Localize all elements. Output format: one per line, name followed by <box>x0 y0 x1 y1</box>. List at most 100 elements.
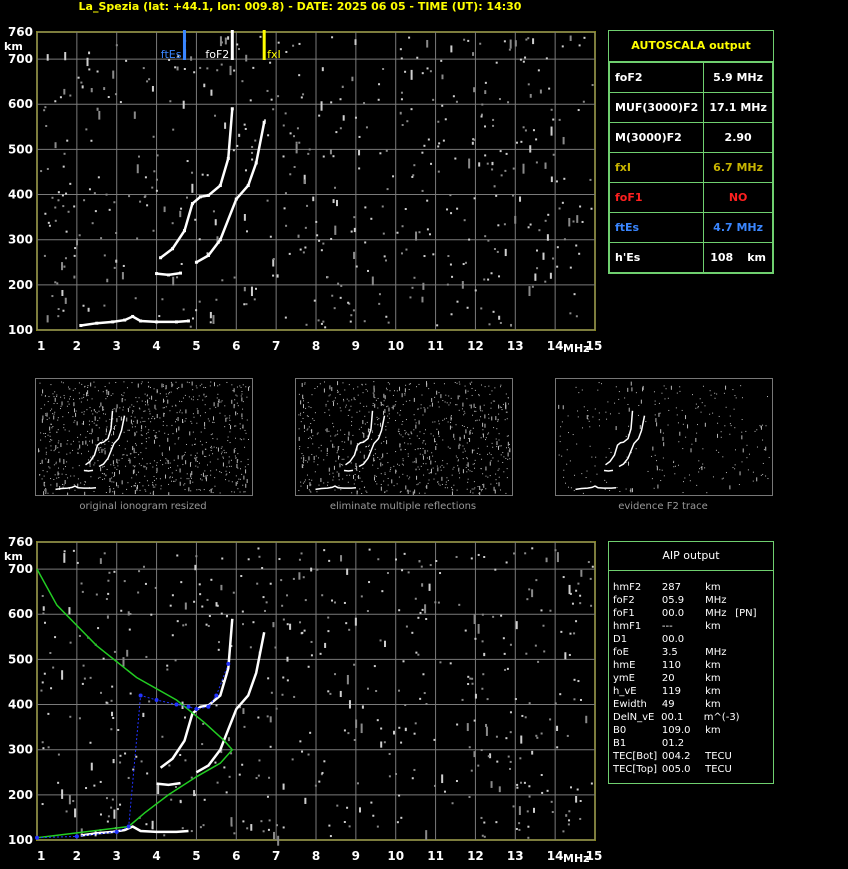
thumb-speck <box>407 489 409 494</box>
noise-speck <box>183 716 186 719</box>
thumb-speck <box>184 420 186 422</box>
noise-speck <box>99 780 102 783</box>
thumb-speck <box>667 424 669 426</box>
thumb-speck <box>98 410 100 412</box>
thumb-speck <box>108 382 110 384</box>
thumb-speck <box>700 411 702 413</box>
thumb-speck <box>201 479 203 481</box>
thumb-speck <box>484 386 486 388</box>
thumb-speck <box>122 395 124 397</box>
thumb-speck <box>489 461 491 466</box>
thumb-speck <box>105 475 107 477</box>
aip-x <box>735 685 769 698</box>
noise-speck <box>179 210 182 218</box>
noise-speck <box>81 590 84 593</box>
noise-speck <box>249 646 252 649</box>
thumb-speck <box>607 401 609 403</box>
noise-speck <box>404 704 407 707</box>
noise-speck <box>434 601 437 604</box>
thumb-speck <box>428 479 430 481</box>
thumb-speck <box>353 388 355 390</box>
thumb-speck <box>331 387 333 392</box>
noise-speck <box>573 632 576 635</box>
noise-speck <box>346 806 349 809</box>
thumb-speck <box>241 393 243 395</box>
noise-speck <box>333 307 336 310</box>
thumb-speck <box>227 440 229 442</box>
thumb-speck <box>480 410 482 412</box>
noise-speck <box>412 174 415 177</box>
thumb-speck <box>46 471 48 473</box>
noise-speck <box>52 666 55 669</box>
thumb-speck <box>154 486 156 488</box>
noise-speck <box>258 555 261 558</box>
noise-speck <box>54 100 57 103</box>
thumb-speck <box>587 418 589 420</box>
noise-speck <box>540 609 543 612</box>
thumb-speck <box>330 440 332 442</box>
noise-speck <box>515 827 518 830</box>
thumb-speck <box>420 465 422 467</box>
thumb-speck <box>334 489 336 491</box>
noise-speck <box>513 552 516 555</box>
thumb-speck <box>188 478 190 480</box>
thumb-speck <box>398 476 400 478</box>
noise-speck <box>348 825 351 828</box>
noise-speck <box>65 192 68 195</box>
thumb-speck <box>378 418 380 420</box>
noise-speck <box>536 267 539 270</box>
noise-speck <box>301 631 304 634</box>
thumb-speck <box>233 388 235 393</box>
thumb-speck <box>41 418 43 423</box>
noise-speck <box>515 141 518 144</box>
thumb-speck <box>109 477 111 482</box>
thumb-speck <box>141 434 143 436</box>
thumb-speck <box>178 437 180 439</box>
thumb-speck <box>64 480 66 485</box>
thumb-speck <box>363 405 365 407</box>
thumb-speck <box>429 405 431 407</box>
thumb-speck <box>80 434 82 436</box>
thumb-speck <box>471 470 473 472</box>
thumb-speck <box>311 479 313 481</box>
noise-speck <box>41 741 44 744</box>
autoscala-value: 17.1 MHz <box>703 92 773 123</box>
thumb-speck <box>558 454 560 456</box>
noise-speck <box>310 567 313 572</box>
thumb-speck <box>139 489 141 491</box>
thumb-speck <box>63 468 65 470</box>
noise-speck <box>240 574 243 577</box>
thumb-speck <box>308 489 310 491</box>
thumb-speck <box>353 398 355 400</box>
noise-speck <box>400 741 403 744</box>
noise-speck <box>128 195 131 198</box>
thumb-speck <box>407 455 409 457</box>
thumb-speck <box>356 491 358 493</box>
thumb-speck <box>77 478 79 480</box>
thumb-speck <box>345 404 347 406</box>
thumb-speck <box>126 488 128 490</box>
thumb-speck <box>491 416 493 421</box>
thumb-speck <box>456 457 458 459</box>
thumb-speck <box>598 412 600 414</box>
thumb-speck <box>50 439 52 441</box>
noise-speck <box>280 579 283 582</box>
noise-speck <box>556 552 559 563</box>
noise-speck <box>394 558 397 561</box>
noise-speck <box>128 628 131 631</box>
noise-speck <box>337 282 340 285</box>
aip-v: 110 <box>661 660 681 671</box>
noise-speck <box>569 35 572 41</box>
thumb-speck <box>656 460 658 462</box>
noise-speck <box>544 280 547 283</box>
aip-x <box>735 698 769 711</box>
noise-speck <box>503 652 506 655</box>
thumb-speck <box>483 483 485 488</box>
thumb-speck <box>654 400 656 402</box>
noise-speck <box>272 259 275 267</box>
thumb-speck <box>239 491 241 493</box>
thumb-speck <box>372 392 374 394</box>
noise-speck <box>190 56 193 61</box>
noise-speck <box>63 152 66 155</box>
thumb-speck <box>337 391 339 393</box>
